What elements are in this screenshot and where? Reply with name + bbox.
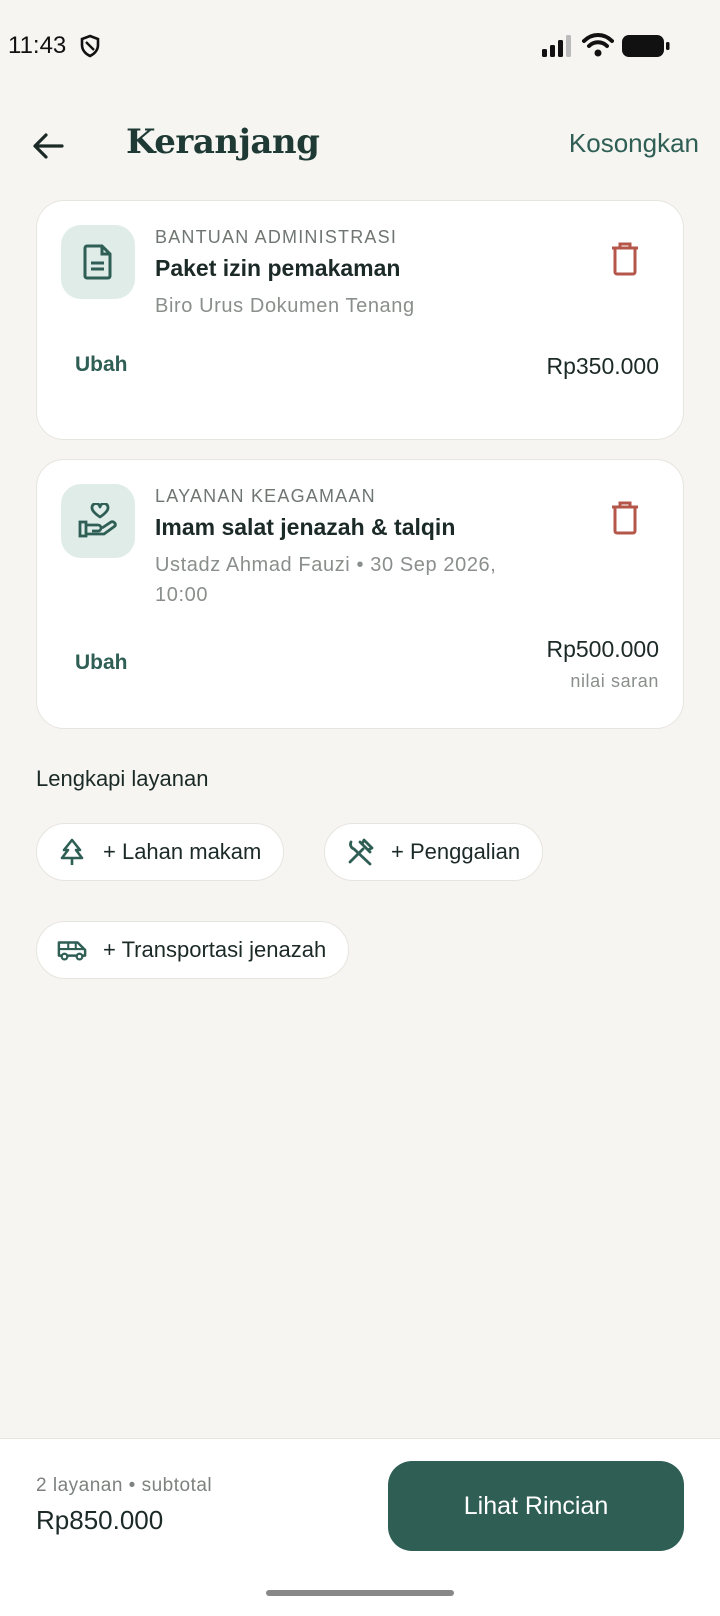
item-price: Rp500.000 <box>546 636 659 662</box>
status-bar: 11:43 <box>0 0 720 96</box>
item-title: Paket izin pemakaman <box>155 255 401 281</box>
home-indicator <box>266 1590 454 1596</box>
van-icon <box>57 935 87 965</box>
edit-item-link[interactable]: Ubah <box>75 651 128 675</box>
wifi-icon <box>582 33 614 62</box>
item-title: Imam salat jenazah & talqin <box>155 514 456 540</box>
add-digging-chip[interactable]: + Penggalian <box>324 823 544 881</box>
cart-item-card: BANTUAN ADMINISTRASI Paket izin pemakama… <box>36 200 684 440</box>
subtotal-amount: Rp850.000 <box>36 1505 164 1535</box>
item-category: BANTUAN ADMINISTRASI <box>155 227 398 247</box>
hand-heart-icon <box>61 484 135 558</box>
chip-label: + Transportasi jenazah <box>103 937 327 962</box>
chip-label: + Penggalian <box>391 839 521 864</box>
item-price: Rp350.000 <box>546 353 659 379</box>
delete-item-button[interactable] <box>607 498 643 538</box>
summary-meta: 2 layanan • subtotal <box>36 1475 213 1496</box>
tools-icon <box>345 837 375 867</box>
cart-item-card: LAYANAN KEAGAMAAN Imam salat jenazah & t… <box>36 459 684 729</box>
clear-cart-button[interactable]: Kosongkan <box>569 128 699 159</box>
signal-icon <box>542 35 572 62</box>
chip-label: + Lahan makam <box>103 839 262 864</box>
trash-icon <box>612 242 638 276</box>
price-note: nilai saran <box>570 671 659 691</box>
arrow-left-icon <box>33 133 64 159</box>
tree-icon <box>57 837 87 867</box>
item-provider: Ustadz Ahmad Fauzi • 30 Sep 2026, 10:00 <box>155 554 497 606</box>
delete-item-button[interactable] <box>607 239 643 279</box>
add-burial-plot-chip[interactable]: + Lahan makam <box>36 823 285 881</box>
page-title: Keranjang <box>126 122 320 162</box>
item-provider: Biro Urus Dokumen Tenang <box>155 295 415 317</box>
back-button[interactable] <box>26 124 70 168</box>
shield-icon <box>80 34 100 63</box>
app-header: Keranjang Kosongkan <box>0 110 720 180</box>
trash-icon <box>612 501 638 535</box>
document-icon <box>61 225 135 299</box>
battery-icon <box>622 35 670 62</box>
status-time: 11:43 <box>8 32 67 59</box>
item-category: LAYANAN KEAGAMAAN <box>155 486 376 506</box>
section-title: Lengkapi layanan <box>36 766 209 791</box>
edit-item-link[interactable]: Ubah <box>75 353 128 377</box>
add-transport-chip[interactable]: + Transportasi jenazah <box>36 921 350 979</box>
view-details-button[interactable]: Lihat Rincian <box>388 1461 684 1551</box>
